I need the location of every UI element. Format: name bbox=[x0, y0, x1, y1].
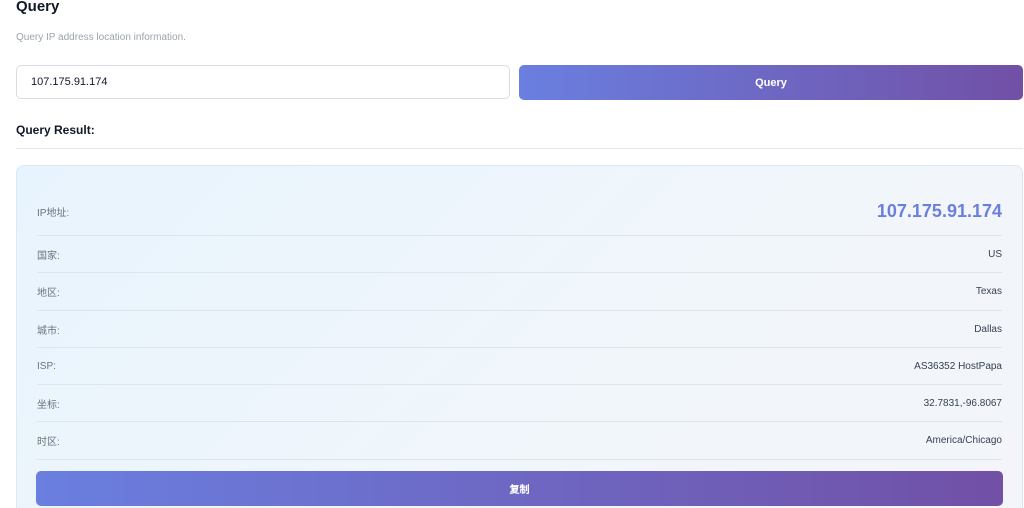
result-row-ip: IP地址: 107.175.91.174 bbox=[37, 196, 1002, 226]
country-value: US bbox=[988, 249, 1002, 260]
timezone-label: 时区: bbox=[37, 437, 60, 448]
ip-query-page: Query Query IP address location informat… bbox=[0, 0, 1024, 508]
isp-value: AS36352 HostPapa bbox=[914, 361, 1002, 372]
page-subtitle: Query IP address location information. bbox=[16, 32, 186, 43]
result-row-isp: ISP: AS36352 HostPapa bbox=[37, 348, 1002, 385]
page-title: Query bbox=[16, 0, 60, 15]
country-label: 国家: bbox=[37, 251, 60, 262]
coordinates-value: 32.7831,-96.8067 bbox=[923, 398, 1002, 409]
result-row-region: 地区: Texas bbox=[37, 273, 1002, 310]
region-value: Texas bbox=[975, 286, 1002, 297]
query-button[interactable]: Query bbox=[519, 65, 1023, 100]
result-row-timezone: 时区: America/Chicago bbox=[37, 422, 1002, 459]
result-row-country: 国家: US bbox=[37, 236, 1002, 273]
result-heading: Query Result: bbox=[16, 123, 95, 137]
copy-button[interactable]: 复制 bbox=[36, 471, 1003, 506]
region-label: 地区: bbox=[37, 288, 60, 299]
divider bbox=[16, 148, 1023, 149]
city-value: Dallas bbox=[974, 324, 1002, 335]
result-row-city: 城市: Dallas bbox=[37, 311, 1002, 348]
result-row-coordinates: 坐标: 32.7831,-96.8067 bbox=[37, 385, 1002, 422]
ip-label: IP地址: bbox=[37, 207, 70, 219]
ip-address-input[interactable] bbox=[16, 65, 510, 99]
coordinates-label: 坐标: bbox=[37, 400, 60, 411]
city-label: 城市: bbox=[37, 326, 60, 337]
row-divider bbox=[37, 459, 1002, 460]
result-card: IP地址: 107.175.91.174 国家: US 地区: Texas 城市… bbox=[16, 165, 1023, 508]
ip-value: 107.175.91.174 bbox=[876, 200, 1002, 221]
timezone-value: America/Chicago bbox=[925, 435, 1002, 446]
isp-label: ISP: bbox=[37, 361, 56, 372]
